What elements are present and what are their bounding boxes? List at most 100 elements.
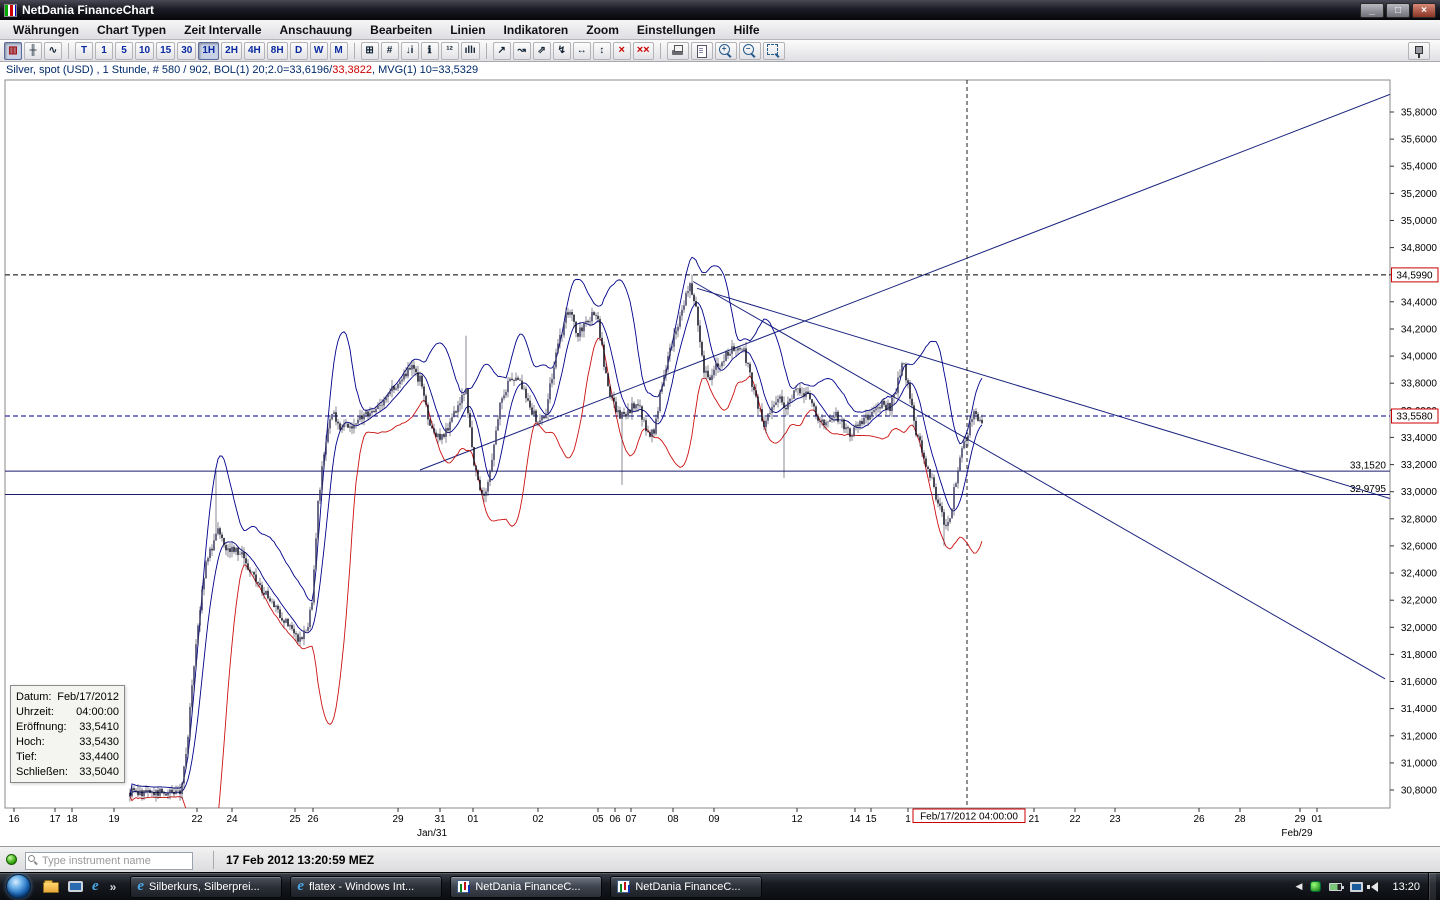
axis-date-flag: Feb/17/2012 04:00:00 [913, 809, 1025, 823]
desktop-icon[interactable] [68, 881, 83, 892]
hline-tool-button[interactable]: ↔ [573, 42, 591, 60]
delete-line-button[interactable]: × [613, 42, 631, 60]
show-desktop-button[interactable] [1428, 873, 1436, 900]
zoom-out-button[interactable] [739, 42, 761, 60]
y-axis-label: 33,4000 [1401, 433, 1438, 444]
menu-item-hilfe[interactable]: Hilfe [725, 21, 769, 39]
menu-item-einstellungen[interactable]: Einstellungen [628, 21, 725, 39]
y-axis-label: 30,8000 [1401, 786, 1438, 797]
candlestick-chart-button[interactable]: ▥ [4, 42, 22, 60]
delete-all-lines-button[interactable]: ×× [633, 42, 654, 60]
menubar: WährungenChart TypenZeit IntervalleAnsch… [0, 20, 1440, 40]
y-axis-label: 31,2000 [1401, 731, 1438, 742]
data-window-button[interactable]: ↓i [401, 42, 419, 60]
minimize-button[interactable]: _ [1360, 3, 1384, 18]
status-bar: 17 Feb 2012 13:20:59 MEZ [0, 846, 1440, 872]
ohlc-row: Tief:33,4400 [11, 749, 124, 764]
menu-item-bearbeiten[interactable]: Bearbeiten [361, 21, 441, 39]
start-button[interactable] [6, 874, 31, 899]
x-axis-label: 22 [191, 814, 203, 825]
y-axis-label: 32,0000 [1401, 623, 1438, 634]
zoom-reset-icon [767, 44, 781, 58]
price-chart[interactable]: 30,800031,000031,200031,400031,600031,80… [0, 62, 1440, 846]
ie-icon[interactable]: e [92, 879, 99, 894]
x-axis-label: 18 [66, 814, 78, 825]
menu-item-anschauung[interactable]: Anschauung [271, 21, 362, 39]
interval-4h-button[interactable]: 4H [244, 42, 265, 60]
axis-price-flag: 34,5990 [1392, 268, 1439, 282]
interval-1mo-button[interactable]: M [330, 42, 348, 60]
volume-button[interactable]: ıllı [461, 42, 480, 60]
zoom-window-button[interactable] [691, 42, 713, 60]
menu-item-waehrungen[interactable]: Währungen [4, 21, 88, 39]
overflow-chevron[interactable]: » [108, 880, 119, 894]
x-axis-label: 28 [1234, 814, 1246, 825]
trendline-tool-button[interactable]: ↗ [493, 42, 511, 60]
interval-1h-button[interactable]: 1H [198, 42, 219, 60]
info-button[interactable]: ℹ [421, 42, 439, 60]
close-button[interactable]: × [1412, 3, 1436, 18]
menu-item-linien[interactable]: Linien [441, 21, 494, 39]
instrument-search-input[interactable] [25, 852, 193, 870]
taskbar-task-button[interactable]: NetDania FinanceC... [610, 876, 762, 898]
window-title: NetDania FinanceChart [22, 3, 154, 17]
folder-icon[interactable] [43, 882, 59, 893]
interval-tick-button[interactable]: T [75, 42, 93, 60]
interval-1d-button[interactable]: D [290, 42, 308, 60]
zoom-reset-button[interactable] [763, 42, 785, 60]
x-axis-label: 01 [1311, 814, 1323, 825]
search-icon [28, 855, 35, 862]
status-timestamp: 17 Feb 2012 13:20:59 MEZ [222, 853, 374, 867]
zigzag-tool-button[interactable]: ↝ [513, 42, 531, 60]
zoom-in-button[interactable] [715, 42, 737, 60]
toolbar-separator [660, 43, 661, 59]
menu-item-zeit-intervalle[interactable]: Zeit Intervalle [175, 21, 270, 39]
ohlc-tooltip: Datum:Feb/17/2012Uhrzeit:04:00:00Eröffnu… [10, 685, 125, 783]
tray-display-icon[interactable] [1350, 882, 1363, 892]
bar-chart-button[interactable]: ╫ [24, 42, 42, 60]
x-axis[interactable]: 1617181922242526293101020506070809121415… [8, 808, 1323, 839]
interval-10m-button[interactable]: 10 [135, 42, 154, 60]
connection-status-icon [6, 854, 17, 865]
fibonacci-tool-button[interactable]: ↯ [553, 42, 571, 60]
chart-title-bollinger-lower: 33,3822 [332, 64, 372, 76]
maximize-button[interactable]: □ [1386, 3, 1410, 18]
ohlc-row: Hoch:33,5430 [11, 734, 124, 749]
y-axis[interactable]: 30,800031,000031,200031,400031,600031,80… [1390, 108, 1437, 797]
taskbar-task-button[interactable]: eSilberkurs, Silberprei... [130, 876, 282, 898]
x-axis-label: 02 [532, 814, 544, 825]
interval-1m-button[interactable]: 1 [95, 42, 113, 60]
channel-tool-button[interactable]: ⇗ [533, 42, 551, 60]
y-axis-label: 33,2000 [1401, 460, 1438, 471]
taskbar-task-button[interactable]: eflatex - Windows Int... [290, 876, 442, 898]
counter-button[interactable]: ¹² [441, 42, 459, 60]
tray-battery-icon[interactable] [1329, 883, 1342, 891]
menu-item-chart-typen[interactable]: Chart Typen [88, 21, 175, 39]
x-axis-label: 15 [865, 814, 877, 825]
pin-panel-button[interactable] [1408, 42, 1430, 60]
interval-8h-button[interactable]: 8H [267, 42, 288, 60]
compare-button[interactable]: # [381, 42, 399, 60]
interval-1w-button[interactable]: W [310, 42, 328, 60]
x-axis-label: 12 [791, 814, 803, 825]
chart-title-mvg: , MVG(1) 10=33,5329 [372, 64, 478, 76]
interval-5m-button[interactable]: 5 [115, 42, 133, 60]
tray-app-green-icon[interactable] [1310, 881, 1321, 892]
menu-item-zoom[interactable]: Zoom [577, 21, 628, 39]
interval-2h-button[interactable]: 2H [221, 42, 242, 60]
vline-tool-button[interactable]: ↕ [593, 42, 611, 60]
line-chart-button[interactable]: ∿ [44, 42, 62, 60]
task-label: NetDania FinanceC... [475, 881, 580, 893]
menu-item-indikatoren[interactable]: Indikatoren [495, 21, 578, 39]
print-button[interactable] [667, 42, 689, 60]
tray-volume-icon[interactable] [1371, 882, 1378, 892]
taskbar-clock[interactable]: 13:20 [1384, 881, 1428, 893]
taskbar-task-button[interactable]: NetDania FinanceC... [450, 876, 602, 898]
svg-text:34,5990: 34,5990 [1396, 270, 1433, 281]
interval-30m-button[interactable]: 30 [177, 42, 196, 60]
hidden-icons-chevron[interactable]: ◀ [1296, 881, 1303, 892]
app-icon [4, 4, 17, 17]
grid-layout-button[interactable]: ⊞ [361, 42, 379, 60]
interval-15m-button[interactable]: 15 [156, 42, 175, 60]
plot-area[interactable] [5, 80, 1390, 808]
